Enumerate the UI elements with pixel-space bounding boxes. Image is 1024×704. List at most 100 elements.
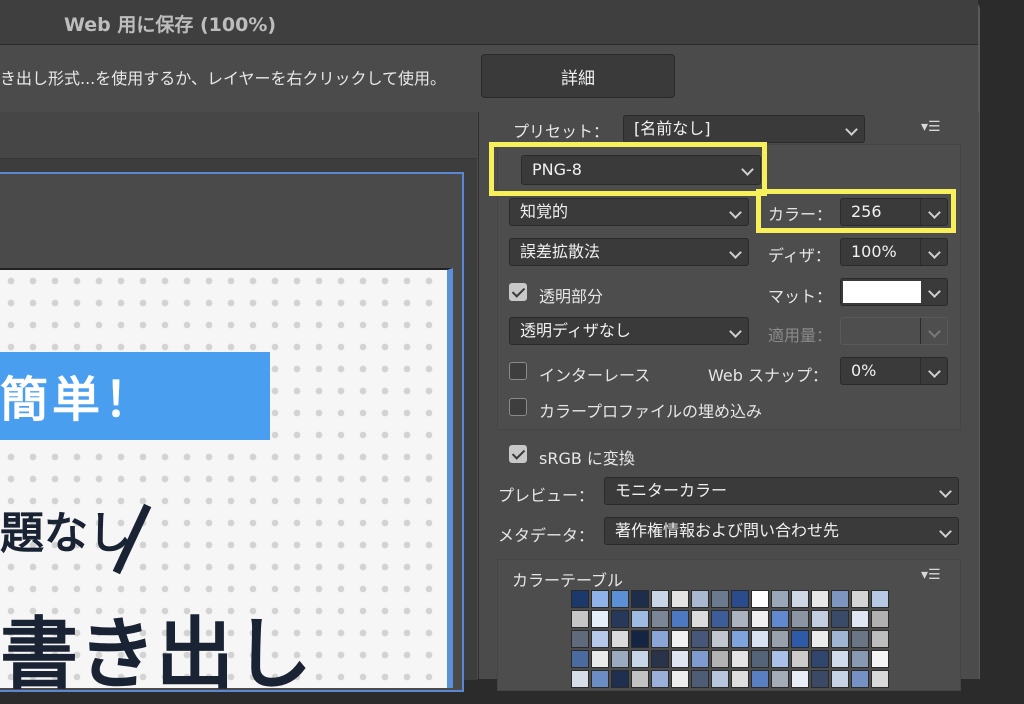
color-reduction-select[interactable]: 知覚的	[509, 198, 749, 226]
color-swatch[interactable]	[611, 670, 629, 688]
matte-label: マット：	[768, 287, 833, 306]
color-swatch[interactable]	[691, 590, 709, 608]
color-swatch[interactable]	[731, 670, 749, 688]
embed-profile-checkbox[interactable]	[509, 398, 527, 416]
color-swatch[interactable]	[831, 610, 849, 628]
color-swatch[interactable]	[791, 670, 809, 688]
detail-button[interactable]: 詳細	[481, 54, 675, 98]
color-swatch[interactable]	[851, 670, 869, 688]
color-swatch[interactable]	[791, 630, 809, 648]
color-swatch[interactable]	[631, 670, 649, 688]
transparency-dither-select[interactable]: 透明ディザなし	[509, 317, 749, 345]
color-swatch[interactable]	[751, 670, 769, 688]
color-swatch[interactable]	[571, 650, 589, 668]
color-swatch[interactable]	[651, 590, 669, 608]
color-swatch[interactable]	[771, 650, 789, 668]
preset-select[interactable]: [名前なし]	[623, 115, 865, 143]
color-table-grid[interactable]	[571, 590, 891, 688]
color-swatch[interactable]	[631, 590, 649, 608]
color-swatch[interactable]	[871, 630, 889, 648]
color-swatch[interactable]	[611, 590, 629, 608]
color-swatch[interactable]	[751, 650, 769, 668]
color-swatch[interactable]	[731, 610, 749, 628]
preset-menu-icon[interactable]: ▾☰	[921, 119, 941, 135]
preview-select[interactable]: モニターカラー	[604, 477, 959, 505]
matte-combo[interactable]	[840, 278, 948, 306]
color-swatch[interactable]	[811, 650, 829, 668]
color-swatch[interactable]	[731, 590, 749, 608]
color-swatch[interactable]	[571, 630, 589, 648]
color-swatch[interactable]	[711, 590, 729, 608]
color-swatch[interactable]	[711, 650, 729, 668]
color-swatch[interactable]	[871, 590, 889, 608]
color-swatch[interactable]	[691, 670, 709, 688]
color-swatch[interactable]	[851, 650, 869, 668]
transparency-label: 透明部分	[539, 287, 604, 306]
color-swatch[interactable]	[671, 610, 689, 628]
color-swatch[interactable]	[751, 590, 769, 608]
color-swatch[interactable]	[871, 650, 889, 668]
color-swatch[interactable]	[611, 610, 629, 628]
color-swatch[interactable]	[571, 670, 589, 688]
color-swatch[interactable]	[711, 610, 729, 628]
color-swatch[interactable]	[771, 590, 789, 608]
color-swatch[interactable]	[771, 670, 789, 688]
websnap-combo[interactable]: 0%	[840, 357, 948, 385]
color-swatch[interactable]	[591, 610, 609, 628]
color-table-menu-icon[interactable]: ▾☰	[921, 567, 941, 583]
color-swatch[interactable]	[871, 610, 889, 628]
color-swatch[interactable]	[851, 630, 869, 648]
color-swatch[interactable]	[691, 630, 709, 648]
color-swatch[interactable]	[571, 590, 589, 608]
metadata-select[interactable]: 著作権情報および問い合わせ先	[604, 517, 959, 545]
color-swatch[interactable]	[831, 590, 849, 608]
color-swatch[interactable]	[631, 630, 649, 648]
color-swatch[interactable]	[611, 650, 629, 668]
color-swatch[interactable]	[591, 670, 609, 688]
color-swatch[interactable]	[711, 630, 729, 648]
color-swatch[interactable]	[671, 650, 689, 668]
color-swatch[interactable]	[751, 610, 769, 628]
color-swatch[interactable]	[731, 650, 749, 668]
color-swatch[interactable]	[811, 670, 829, 688]
color-swatch[interactable]	[771, 630, 789, 648]
interlace-checkbox[interactable]	[509, 362, 527, 380]
color-swatch[interactable]	[791, 590, 809, 608]
color-swatch[interactable]	[831, 650, 849, 668]
color-swatch[interactable]	[671, 630, 689, 648]
dither-amount-combo[interactable]: 100%	[840, 238, 948, 266]
color-swatch[interactable]	[791, 650, 809, 668]
color-swatch[interactable]	[831, 670, 849, 688]
color-swatch[interactable]	[591, 590, 609, 608]
color-swatch[interactable]	[671, 670, 689, 688]
transparency-dither-value: 透明ディザなし	[520, 321, 631, 340]
transparency-checkbox[interactable]	[509, 283, 527, 301]
color-swatch[interactable]	[651, 630, 669, 648]
color-swatch[interactable]	[651, 670, 669, 688]
color-swatch[interactable]	[631, 610, 649, 628]
srgb-checkbox[interactable]	[509, 445, 527, 463]
color-swatch[interactable]	[811, 590, 829, 608]
color-swatch[interactable]	[771, 610, 789, 628]
color-swatch[interactable]	[611, 630, 629, 648]
color-swatch[interactable]	[691, 650, 709, 668]
color-swatch[interactable]	[831, 630, 849, 648]
color-swatch[interactable]	[791, 610, 809, 628]
color-swatch[interactable]	[651, 650, 669, 668]
color-swatch[interactable]	[651, 610, 669, 628]
color-swatch[interactable]	[671, 590, 689, 608]
color-swatch[interactable]	[851, 590, 869, 608]
color-swatch[interactable]	[691, 610, 709, 628]
dither-method-select[interactable]: 誤差拡散法	[509, 238, 749, 266]
color-swatch[interactable]	[711, 670, 729, 688]
color-swatch[interactable]	[851, 610, 869, 628]
color-swatch[interactable]	[591, 650, 609, 668]
color-swatch[interactable]	[731, 630, 749, 648]
color-swatch[interactable]	[751, 630, 769, 648]
color-swatch[interactable]	[811, 630, 829, 648]
color-swatch[interactable]	[811, 610, 829, 628]
color-swatch[interactable]	[871, 670, 889, 688]
color-swatch[interactable]	[571, 610, 589, 628]
color-swatch[interactable]	[591, 630, 609, 648]
color-swatch[interactable]	[631, 650, 649, 668]
